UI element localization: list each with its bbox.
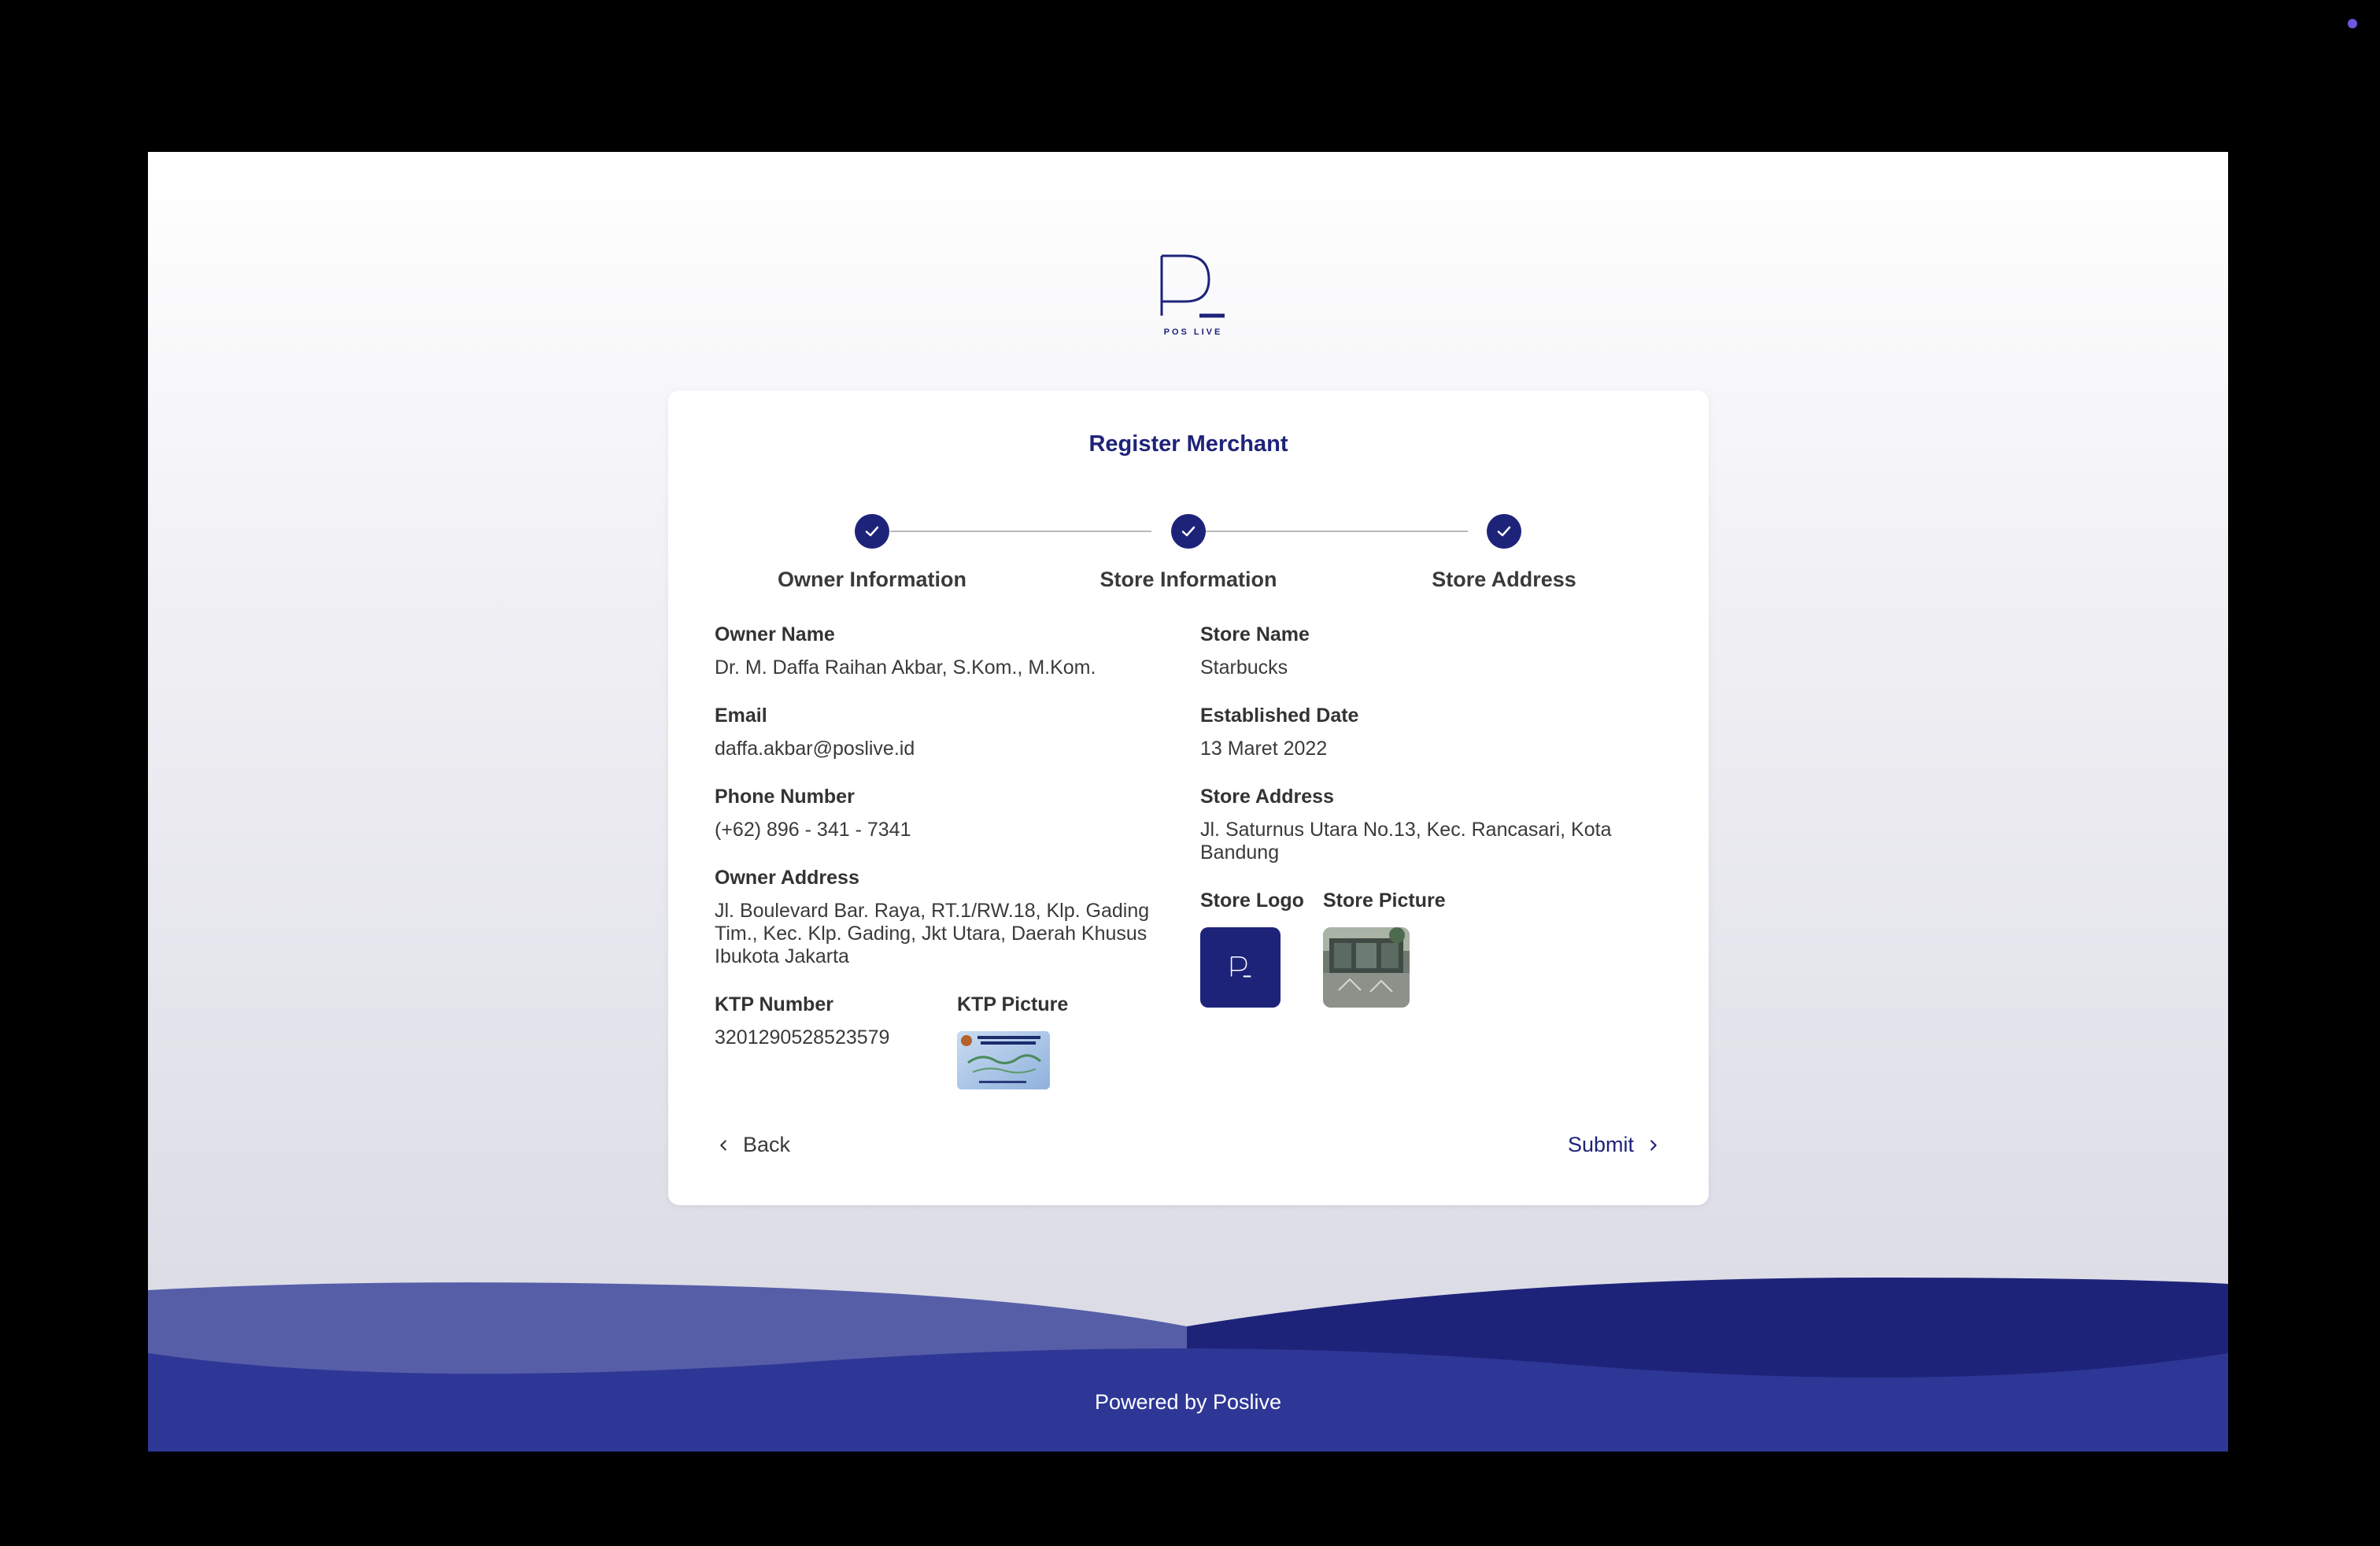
submit-button[interactable]: Submit bbox=[1568, 1133, 1662, 1157]
step-3-complete-icon bbox=[1487, 514, 1521, 549]
email-label: Email bbox=[715, 705, 767, 727]
step-label-owner-information: Owner Information bbox=[777, 568, 966, 591]
check-icon bbox=[865, 526, 879, 537]
powered-by-text: Powered by Poslive bbox=[1094, 1390, 1282, 1414]
owner-name-label: Owner Name bbox=[715, 623, 835, 645]
check-icon bbox=[1497, 526, 1511, 537]
established-date-label: Established Date bbox=[1200, 705, 1359, 727]
back-label: Back bbox=[743, 1133, 791, 1156]
established-date-value: 13 Maret 2022 bbox=[1200, 738, 1328, 760]
email-value: daffa.akbar@poslive.id bbox=[715, 738, 915, 760]
ktp-number-value: 3201290528523579 bbox=[715, 1026, 890, 1049]
step-connector bbox=[890, 531, 1151, 532]
step-label-store-information: Store Information bbox=[1099, 568, 1277, 591]
owner-address-label: Owner Address bbox=[715, 867, 859, 889]
footer-waves bbox=[148, 1278, 2228, 1452]
store-picture-thumbnail[interactable] bbox=[1323, 927, 1410, 1008]
ktp-picture-thumbnail[interactable] bbox=[957, 1031, 1050, 1089]
chevron-right-icon bbox=[1650, 1139, 1657, 1151]
ktp-number-label: KTP Number bbox=[715, 993, 833, 1015]
step-1-complete-icon bbox=[855, 514, 889, 549]
check-icon bbox=[1181, 526, 1196, 537]
stepper: Owner Information Store Information Stor… bbox=[668, 510, 1709, 591]
store-name-value: Starbucks bbox=[1200, 656, 1288, 679]
register-merchant-card: Register Merchant Owner Information Stor… bbox=[668, 390, 1709, 1205]
step-2-complete-icon bbox=[1171, 514, 1206, 549]
back-button[interactable]: Back bbox=[715, 1133, 790, 1157]
app-screen: POS LIVE Register Merchant Owner Informa… bbox=[148, 152, 2228, 1452]
step-label-store-address: Store Address bbox=[1432, 568, 1576, 591]
phone-number-value: (+62) 896 - 341 - 7341 bbox=[715, 819, 911, 841]
store-address-label: Store Address bbox=[1200, 786, 1334, 808]
store-picture-label: Store Picture bbox=[1323, 890, 1446, 912]
ktp-picture-label: KTP Picture bbox=[957, 993, 1069, 1015]
store-name-label: Store Name bbox=[1200, 623, 1310, 645]
logo-wordmark: POS LIVE bbox=[1164, 327, 1223, 337]
owner-name-value: Dr. M. Daffa Raihan Akbar, S.Kom., M.Kom… bbox=[715, 656, 1096, 679]
page-title: Register Merchant bbox=[1088, 431, 1288, 457]
chevron-left-icon bbox=[720, 1139, 726, 1151]
phone-number-label: Phone Number bbox=[715, 786, 855, 808]
store-logo-thumbnail[interactable] bbox=[1200, 927, 1281, 1008]
poslive-logo: POS LIVE bbox=[1154, 248, 1232, 342]
store-address-value: Jl. Saturnus Utara No.13, Kec. Rancasari… bbox=[1200, 819, 1612, 864]
status-dot bbox=[2348, 19, 2357, 28]
step-connector bbox=[1206, 531, 1468, 532]
owner-address-value: Jl. Boulevard Bar. Raya, RT.1/RW.18, Klp… bbox=[715, 900, 1150, 967]
store-logo-label: Store Logo bbox=[1200, 890, 1304, 912]
submit-label: Submit bbox=[1567, 1133, 1634, 1156]
poslive-logo-icon bbox=[1230, 956, 1251, 978]
